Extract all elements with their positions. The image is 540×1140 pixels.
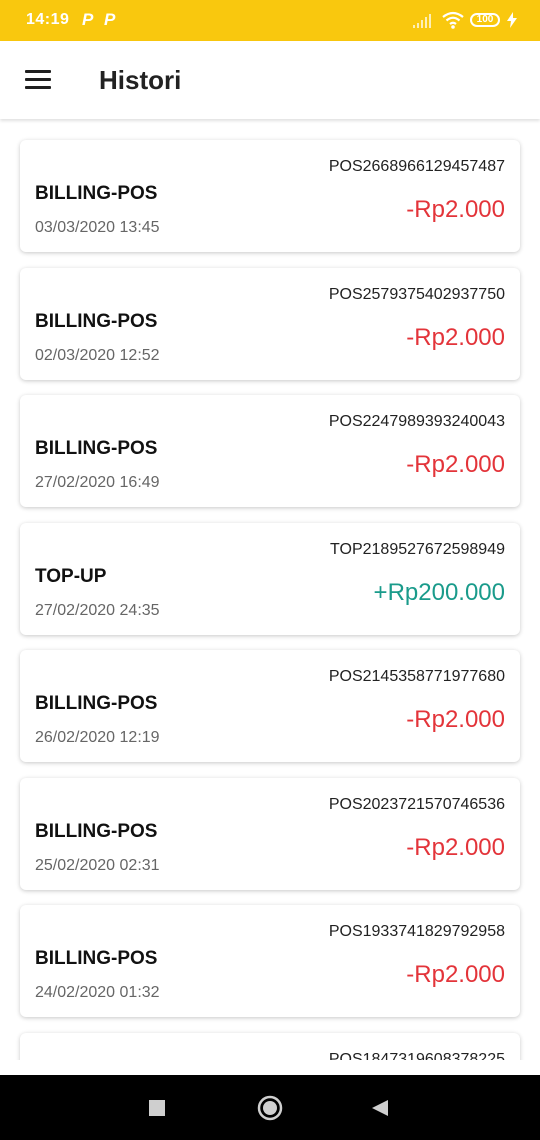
transaction-type: BILLING-POS: [35, 693, 158, 714]
transaction-amount: -Rp2.000: [406, 451, 505, 478]
transaction-id: POS2579375402937750: [328, 286, 505, 303]
signal-icon: [413, 14, 431, 28]
status-bar: 14:19 P P 100: [0, 0, 540, 41]
transaction-date: 03/03/2020 13:45: [35, 219, 160, 236]
transaction-id: POS2247989393240043: [328, 413, 505, 430]
transaction-date: 27/02/2020 16:49: [35, 474, 160, 491]
notification-p-icon: P: [104, 10, 116, 29]
transaction-amount: +Rp200.000: [373, 579, 505, 606]
transaction-type: BILLING-POS: [35, 821, 158, 842]
transaction-amount: -Rp2.000: [406, 834, 505, 861]
transaction-date: 24/02/2020 01:32: [35, 984, 160, 1001]
transaction-id: POS1847319608378225: [328, 1051, 505, 1060]
transaction-id: TOP2189527672598949: [330, 541, 505, 558]
transaction-type: BILLING-POS: [35, 311, 158, 332]
transaction-card[interactable]: BILLING-POS 24/02/2020 01:32 POS19337418…: [20, 905, 520, 1017]
transaction-card[interactable]: BILLING-POS 25/02/2020 02:31 POS20237215…: [20, 778, 520, 890]
transaction-card[interactable]: BILLING-POS 27/02/2020 16:49 POS22479893…: [20, 395, 520, 507]
app-header: Histori: [0, 41, 540, 119]
transaction-type: BILLING-POS: [35, 438, 158, 459]
recent-apps-icon[interactable]: [149, 1100, 165, 1116]
transaction-amount: -Rp2.000: [406, 961, 505, 988]
wifi-icon: [442, 11, 464, 29]
battery-level: 100: [476, 14, 494, 25]
transaction-type: TOP-UP: [35, 566, 107, 587]
transaction-id: POS1933741829792958: [328, 923, 505, 940]
system-navigation-bar: [0, 1075, 540, 1140]
transaction-card[interactable]: TOP-UP 27/02/2020 24:35 TOP2189527672598…: [20, 523, 520, 635]
transaction-card[interactable]: BILLING-POS 26/02/2020 12:19 POS21453587…: [20, 650, 520, 762]
transaction-id: POS2023721570746536: [328, 796, 505, 813]
page-title: Histori: [99, 65, 182, 95]
transaction-date: 26/02/2020 12:19: [35, 729, 160, 746]
transaction-date: 02/03/2020 12:52: [35, 347, 160, 364]
transaction-amount: -Rp2.000: [406, 706, 505, 733]
transaction-list[interactable]: BILLING-POS 03/03/2020 13:45 POS26689661…: [0, 119, 540, 1060]
transaction-card[interactable]: BILLING-POS 02/03/2020 12:52 POS25793754…: [20, 268, 520, 380]
charging-bolt-icon: [507, 12, 517, 28]
home-icon[interactable]: [257, 1095, 283, 1121]
transaction-amount: -Rp2.000: [406, 196, 505, 223]
transaction-type: BILLING-POS: [35, 948, 158, 969]
transaction-id: POS2668966129457487: [328, 158, 505, 175]
transaction-date: 25/02/2020 02:31: [35, 857, 160, 874]
transaction-date: 27/02/2020 24:35: [35, 602, 160, 619]
back-icon[interactable]: [371, 1099, 389, 1117]
transaction-card[interactable]: POS1847319608378225: [20, 1033, 520, 1060]
transaction-card[interactable]: BILLING-POS 03/03/2020 13:45 POS26689661…: [20, 140, 520, 252]
transaction-id: POS2145358771977680: [328, 668, 505, 685]
status-time: 14:19: [26, 11, 70, 28]
notification-p-icon: P: [82, 10, 94, 29]
battery-icon: 100: [470, 13, 500, 27]
hamburger-menu-icon[interactable]: [25, 70, 51, 90]
transaction-type: BILLING-POS: [35, 183, 158, 204]
transaction-amount: -Rp2.000: [406, 324, 505, 351]
